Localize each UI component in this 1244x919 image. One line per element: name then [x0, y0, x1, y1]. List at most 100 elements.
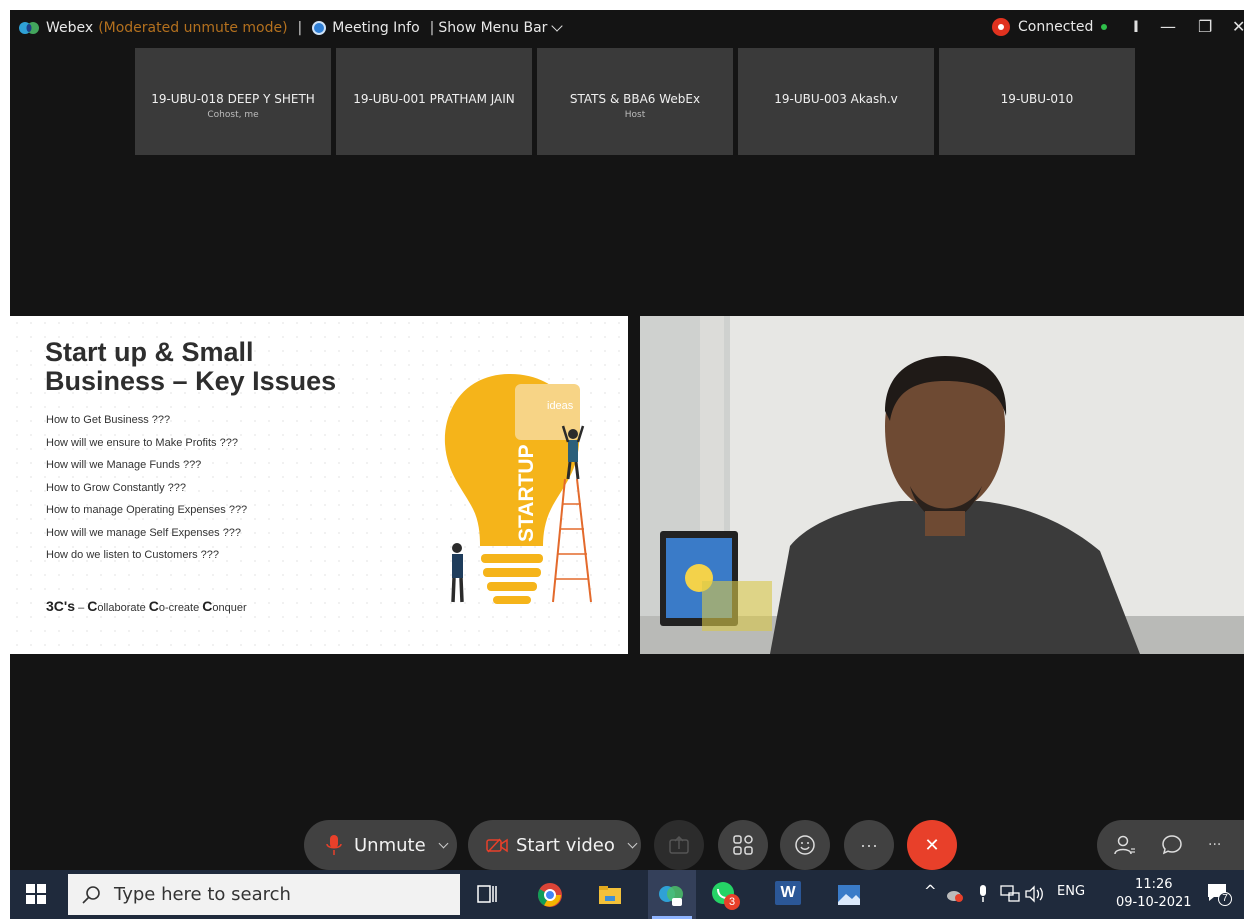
app-title-group: Webex (Moderated unmute mode) | — [10, 20, 312, 36]
bulb-startup-word: STARTUP — [515, 444, 538, 542]
word-icon[interactable]: W — [775, 881, 801, 905]
slide-title-line-2: Business – Key Issues — [45, 366, 337, 396]
language-indicator[interactable]: ENG — [1057, 884, 1085, 899]
footer-dash: – — [75, 602, 88, 614]
start-video-button[interactable]: Start video — [468, 820, 641, 870]
chevron-down-icon — [551, 20, 564, 32]
startup-bulb-illustration: ideas STARTUP — [444, 374, 592, 604]
presenter-video-tile[interactable] — [640, 316, 1244, 654]
footer-word: ollaborate — [97, 602, 149, 614]
apps-grid-icon — [733, 835, 753, 855]
search-icon — [82, 885, 100, 904]
titlebar-divider: I — [1133, 17, 1139, 36]
participant-name: 19-UBU-018 DEEP Y SHETH — [151, 92, 315, 106]
clock-time: 11:26 — [1135, 877, 1173, 892]
participant-tile[interactable]: STATS & BBA6 WebEx Host — [537, 48, 733, 155]
minimize-button[interactable]: — — [1160, 17, 1176, 36]
restore-button[interactable]: ❐ — [1198, 17, 1212, 36]
webex-app-icon — [659, 886, 683, 906]
taskbar-search-box[interactable]: Type here to search — [68, 874, 460, 915]
start-video-label: Start video — [516, 834, 615, 856]
end-meeting-button[interactable]: ✕ — [907, 820, 957, 870]
moderated-mode-label: (Moderated unmute mode) — [98, 20, 288, 36]
slide-title: Start up & Small Business – Key Issues — [45, 338, 336, 396]
notification-count-badge: 7 — [1218, 892, 1232, 906]
close-window-button[interactable]: ✕ — [1232, 17, 1244, 36]
list-item: How to Grow Constantly ??? — [46, 481, 187, 494]
file-explorer-icon[interactable] — [597, 882, 623, 908]
connection-status-label: Connected — [1018, 19, 1094, 35]
system-clock[interactable]: 11:26 09-10-2021 — [1116, 876, 1192, 912]
side-panel-controls: ··· — [1097, 820, 1244, 870]
video-options-chevron-icon[interactable] — [627, 838, 638, 848]
participant-tile[interactable]: 19-UBU-003 Akash.v — [738, 48, 934, 155]
footer-word: onquer — [212, 602, 247, 614]
windows-start-icon[interactable] — [26, 884, 46, 904]
list-item: How do we listen to Customers ??? — [46, 549, 220, 561]
participant-role: Cohost, me — [207, 110, 259, 120]
end-call-icon: ✕ — [924, 834, 940, 855]
participant-name: 19-UBU-003 Akash.v — [774, 92, 898, 106]
chat-icon[interactable] — [1161, 834, 1183, 856]
app-name: Webex — [46, 20, 94, 36]
webex-logo-icon — [19, 22, 39, 34]
photos-icon[interactable] — [836, 882, 862, 908]
meeting-info-label: Meeting Info — [332, 20, 420, 36]
reactions-button[interactable] — [780, 820, 830, 870]
participant-name: 19-UBU-010 — [1000, 92, 1074, 106]
participant-tile[interactable]: 19-UBU-001 PRATHAM JAIN — [336, 48, 532, 155]
more-options-icon: ··· — [860, 834, 878, 855]
layout-apps-button[interactable] — [718, 820, 768, 870]
participant-name: 19-UBU-001 PRATHAM JAIN — [353, 92, 515, 106]
recording-icon — [992, 18, 1010, 36]
webex-taskbar-button[interactable] — [648, 870, 696, 919]
participants-icon[interactable] — [1114, 834, 1136, 856]
task-view-icon[interactable] — [474, 882, 500, 908]
participant-tile[interactable]: 19-UBU-018 DEEP Y SHETH Cohost, me — [135, 48, 331, 155]
footer-word: o-create — [158, 602, 203, 614]
connection-status[interactable]: Connected — [992, 18, 1108, 36]
whatsapp-taskbar-button[interactable]: 3 — [710, 880, 740, 910]
list-item: How will we ensure to Make Profits ??? — [46, 436, 238, 449]
video-off-icon — [486, 838, 508, 853]
participant-tile[interactable]: 19-UBU-010 — [939, 48, 1135, 155]
webex-meeting-window: Webex (Moderated unmute mode) | Meeting … — [10, 10, 1244, 870]
ethernet-network-icon[interactable] — [1000, 885, 1020, 903]
footer-initial: C — [202, 598, 213, 614]
participant-role: Host — [624, 110, 646, 120]
clock-date: 09-10-2021 — [1116, 895, 1192, 910]
volume-icon[interactable] — [1024, 885, 1044, 903]
unmute-options-chevron-icon[interactable] — [438, 838, 449, 848]
footer-initial: C — [87, 598, 98, 614]
network-warning-icon[interactable] — [946, 885, 964, 903]
microphone-tray-icon[interactable] — [976, 884, 990, 904]
title-bar: Webex (Moderated unmute mode) | Meeting … — [10, 10, 1244, 46]
whatsapp-badge: 3 — [724, 894, 740, 910]
emoji-reaction-icon — [795, 835, 815, 855]
footer-lead: 3C's — [46, 598, 76, 614]
show-menu-bar-button[interactable]: Show Menu Bar — [438, 20, 564, 36]
microphone-muted-icon — [326, 835, 342, 855]
search-placeholder: Type here to search — [114, 884, 291, 905]
notifications-button[interactable]: 7 — [1206, 882, 1232, 908]
meeting-info-button[interactable]: Meeting Info — [312, 20, 420, 36]
share-icon — [669, 836, 689, 854]
panel-more-icon[interactable]: ··· — [1208, 837, 1221, 853]
unmute-button[interactable]: Unmute — [304, 820, 457, 870]
windows-taskbar: Type here to search 3 W ^ ENG 11:26 09-1… — [10, 870, 1244, 919]
footer-initial: C — [148, 598, 159, 614]
list-item: How to Get Business ??? — [46, 414, 171, 426]
share-button[interactable] — [654, 820, 704, 870]
shield-info-icon — [312, 21, 327, 35]
title-separator: | — [297, 20, 303, 36]
chrome-icon[interactable] — [537, 882, 563, 908]
list-item: How will we manage Self Expenses ??? — [46, 526, 242, 539]
shared-content-slide[interactable]: Start up & Small Business – Key Issues H… — [10, 316, 628, 654]
title-separator-2: | — [429, 20, 435, 36]
list-item: How to manage Operating Expenses ??? — [46, 504, 248, 516]
presenter-video-feed — [640, 316, 1244, 654]
participant-name: STATS & BBA6 WebEx — [569, 92, 701, 106]
connected-dot-icon — [1101, 24, 1108, 30]
more-options-button[interactable]: ··· — [844, 820, 894, 870]
show-hidden-icons-chevron[interactable]: ^ — [924, 882, 937, 900]
